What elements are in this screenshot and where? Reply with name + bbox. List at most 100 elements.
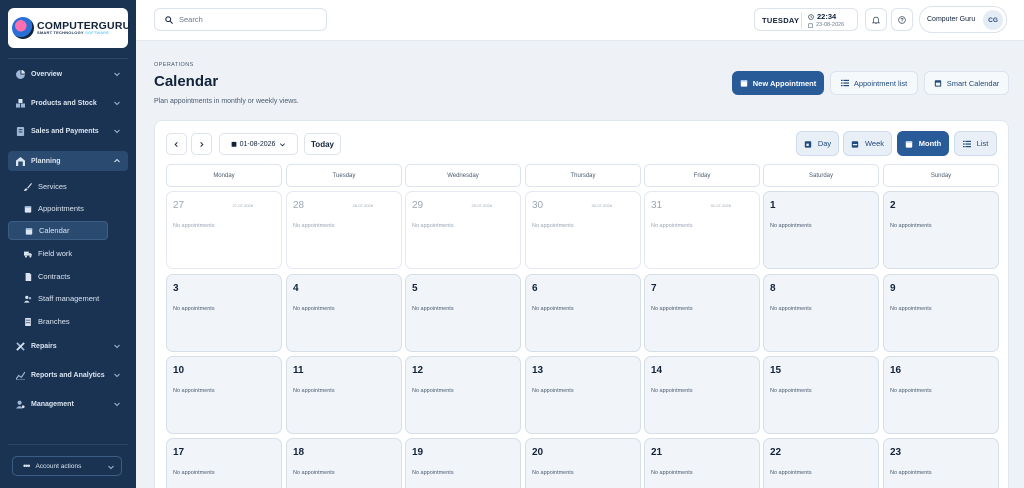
sidebar-item-repairs[interactable]: Repairs xyxy=(8,336,128,356)
list-icon xyxy=(962,140,971,148)
sidebar-item-management[interactable]: Management xyxy=(8,394,128,414)
account-actions-button[interactable]: ••• Account actions xyxy=(12,456,122,476)
calendar-day-cell[interactable]: 6 No appointments xyxy=(525,274,641,352)
user-name: Computer Guru xyxy=(927,16,976,23)
day-number: 15 xyxy=(770,365,782,376)
calendar-day-cell[interactable]: 19 No appointments xyxy=(405,438,521,488)
current-time: 22:34 xyxy=(817,12,837,21)
calendar-day-cell[interactable]: 30 30-07-2026 No appointments xyxy=(525,191,641,269)
calendar-day-cell[interactable]: 11 No appointments xyxy=(286,356,402,434)
calendar-day-cell[interactable]: 1 No appointments xyxy=(763,191,879,269)
previous-month-button[interactable] xyxy=(166,133,187,155)
day-number: 3 xyxy=(173,283,179,294)
calendar-icon xyxy=(231,141,236,147)
day-number: 18 xyxy=(293,447,305,458)
user-menu[interactable]: Computer Guru CG xyxy=(919,6,1007,33)
list-view-button[interactable]: List xyxy=(954,131,997,156)
calendar-plus-icon xyxy=(740,79,748,87)
logo-icon xyxy=(12,17,34,39)
calendar-day-cell[interactable]: 13 No appointments xyxy=(525,356,641,434)
no-appointments-label: No appointments xyxy=(293,306,335,312)
calendar-month-icon xyxy=(905,140,913,148)
page-title: Calendar xyxy=(154,73,219,90)
day-view-button[interactable]: Day xyxy=(796,131,839,156)
calendar-day-cell[interactable]: 16 No appointments xyxy=(883,356,999,434)
section-label: OPERATIONS xyxy=(154,62,194,68)
current-date: 23-08-2026 xyxy=(816,22,845,28)
chevron-down-icon xyxy=(114,373,120,378)
no-appointments-label: No appointments xyxy=(532,306,574,312)
sidebar-divider xyxy=(8,58,128,59)
search-box[interactable] xyxy=(154,8,327,31)
sidebar-subitem-calendar[interactable]: Calendar xyxy=(8,221,108,240)
no-appointments-label: No appointments xyxy=(651,470,693,476)
no-appointments-label: No appointments xyxy=(770,470,812,476)
sidebar-subitem-staff-management[interactable]: Staff management xyxy=(8,289,108,308)
calendar-day-cell[interactable]: 27 27-07-2026 No appointments xyxy=(166,191,282,269)
calendar-day-cell[interactable]: 10 No appointments xyxy=(166,356,282,434)
appointment-list-button[interactable]: Appointment list xyxy=(830,71,918,95)
no-appointments-label: No appointments xyxy=(532,388,574,394)
full-date: 27-07-2026 xyxy=(232,203,253,208)
next-month-button[interactable] xyxy=(191,133,212,155)
tools-icon xyxy=(16,341,25,351)
calendar-icon xyxy=(934,79,942,87)
day-number: 29 xyxy=(412,200,424,211)
sidebar-item-sales-and-payments[interactable]: Sales and Payments xyxy=(8,121,128,141)
sidebar-item-products-and-stock[interactable]: Products and Stock xyxy=(8,93,128,113)
full-date: 29-07-2026 xyxy=(471,203,492,208)
calendar-day-cell[interactable]: 28 28-07-2026 No appointments xyxy=(286,191,402,269)
calendar-day-cell[interactable]: 31 31-07-2026 No appointments xyxy=(644,191,760,269)
calendar-day-cell[interactable]: 29 29-07-2026 No appointments xyxy=(405,191,521,269)
sidebar-item-overview[interactable]: Overview xyxy=(8,64,128,84)
calendar-day-cell[interactable]: 4 No appointments xyxy=(286,274,402,352)
date-picker[interactable]: 01-08-2026 xyxy=(219,133,298,155)
month-view-button[interactable]: Month xyxy=(897,131,949,156)
sidebar-subitem-contracts[interactable]: Contracts xyxy=(8,267,108,286)
new-appointment-button[interactable]: New Appointment xyxy=(732,71,824,95)
calendar-day-cell[interactable]: 12 No appointments xyxy=(405,356,521,434)
smart-calendar-button[interactable]: Smart Calendar xyxy=(924,71,1009,95)
calendar-day-cell[interactable]: 5 No appointments xyxy=(405,274,521,352)
search-input[interactable] xyxy=(179,15,309,24)
day-number: 8 xyxy=(770,283,776,294)
no-appointments-label: No appointments xyxy=(532,470,574,476)
calendar-day-cell[interactable]: 9 No appointments xyxy=(883,274,999,352)
calendar-day-cell[interactable]: 17 No appointments xyxy=(166,438,282,488)
no-appointments-label: No appointments xyxy=(293,470,335,476)
brush-icon xyxy=(24,182,32,191)
help-button[interactable] xyxy=(891,8,913,31)
sidebar-subitem-appointments[interactable]: Appointments xyxy=(8,199,108,218)
sidebar-item-planning[interactable]: Planning xyxy=(8,151,128,171)
sidebar-item-reports-and-analytics[interactable]: Reports and Analytics xyxy=(8,365,128,385)
sidebar-subitem-services[interactable]: Services xyxy=(8,177,108,196)
weekday-header-tuesday: Tuesday xyxy=(286,164,402,187)
calendar-day-cell[interactable]: 20 No appointments xyxy=(525,438,641,488)
sidebar-subitem-branches[interactable]: Branches xyxy=(8,312,108,331)
calendar-day-cell[interactable]: 15 No appointments xyxy=(763,356,879,434)
brand-logo[interactable]: COMPUTERGURU SMART TECHNOLOGY SOFTWARE xyxy=(8,8,130,48)
notifications-button[interactable] xyxy=(865,8,887,31)
no-appointments-label: No appointments xyxy=(173,306,215,312)
calendar-day-cell[interactable]: 22 No appointments xyxy=(763,438,879,488)
day-number: 16 xyxy=(890,365,902,376)
calendar-day-cell[interactable]: 18 No appointments xyxy=(286,438,402,488)
full-date: 30-07-2026 xyxy=(591,203,612,208)
calendar-day-cell[interactable]: 23 No appointments xyxy=(883,438,999,488)
week-view-button[interactable]: Week xyxy=(843,131,892,156)
users-icon xyxy=(24,295,32,303)
sidebar-subitem-field-work[interactable]: Field work xyxy=(8,244,108,263)
calendar-day-cell[interactable]: 8 No appointments xyxy=(763,274,879,352)
weekday-header-saturday: Saturday xyxy=(763,164,879,187)
no-appointments-label: No appointments xyxy=(173,470,215,476)
calendar-day-cell[interactable]: 21 No appointments xyxy=(644,438,760,488)
full-date: 28-07-2026 xyxy=(352,203,373,208)
calendar-day-cell[interactable]: 7 No appointments xyxy=(644,274,760,352)
calendar-day-cell[interactable]: 14 No appointments xyxy=(644,356,760,434)
pie-chart-icon xyxy=(16,69,25,79)
calendar-day-cell[interactable]: 3 No appointments xyxy=(166,274,282,352)
day-number: 23 xyxy=(890,447,902,458)
weekday-header-sunday: Sunday xyxy=(883,164,999,187)
today-button[interactable]: Today xyxy=(304,133,341,155)
calendar-day-cell[interactable]: 2 No appointments xyxy=(883,191,999,269)
